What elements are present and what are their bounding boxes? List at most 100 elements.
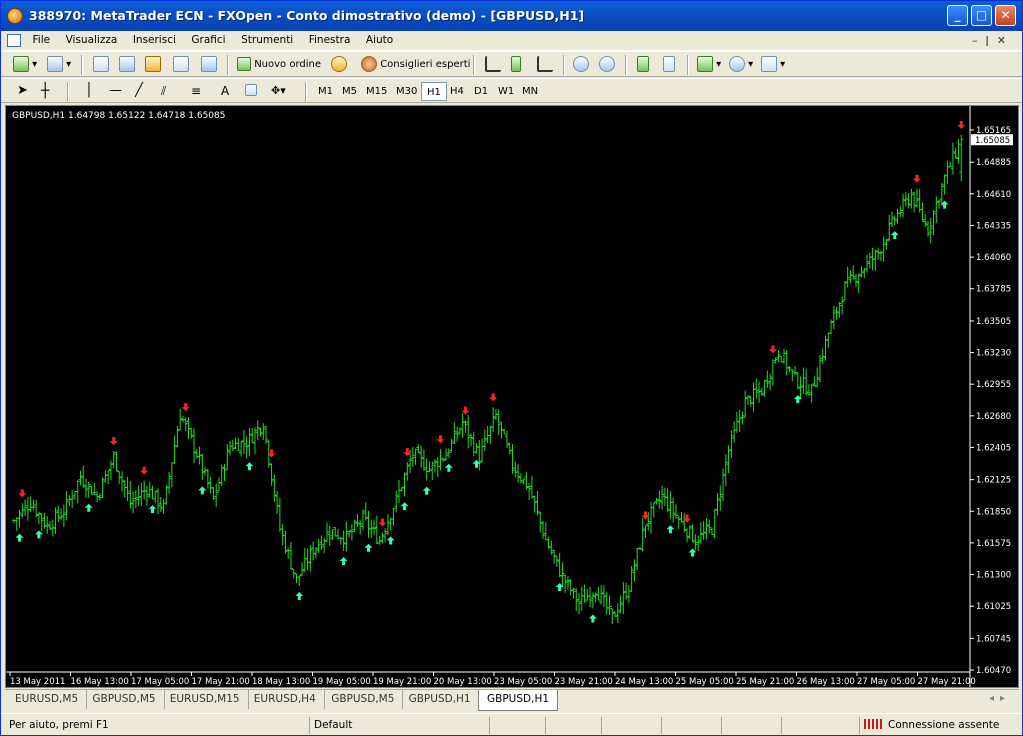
timeframe-h1[interactable]: H1: [421, 82, 447, 101]
candlestick-chart-icon[interactable]: [511, 56, 521, 74]
title-bar[interactable]: 388970: MetaTrader ECN - FXOpen - Conto …: [1, 1, 1022, 31]
ohlc-bar: [754, 378, 759, 399]
arrows-icon[interactable]: ✥▾: [271, 82, 286, 100]
periods-icon[interactable]: ▾: [729, 56, 753, 74]
price-chart[interactable]: 1.65165 1.64885 1.64610 1.64335 1.64060 1.637…: [5, 105, 1019, 688]
metatrader-app-icon[interactable]: [7, 8, 23, 24]
ohlc-bar: [565, 576, 570, 590]
timeframe-h4[interactable]: H4: [445, 82, 469, 101]
status-connection[interactable]: Connessione assente: [859, 717, 999, 734]
x-tick-label: 17 May 21:00: [192, 677, 250, 687]
new-chart-icon[interactable]: ▾: [13, 56, 37, 74]
ohlc-bar: [718, 485, 723, 511]
chart-tab[interactable]: GBPUSD,H1: [401, 690, 480, 709]
timeframe-m15[interactable]: M15: [361, 82, 392, 101]
sell-arrow: [378, 518, 387, 527]
chart-tab[interactable]: EURUSD,M5: [7, 690, 88, 709]
ohlc-bar: [804, 368, 809, 396]
menu-grafici[interactable]: Grafici: [185, 31, 231, 46]
timeframe-w1[interactable]: W1: [493, 82, 519, 101]
metaeditor-icon[interactable]: [331, 56, 347, 74]
ohlc-bar: [698, 522, 703, 544]
ohlc-bar: [363, 502, 368, 521]
menu-finestra[interactable]: Finestra: [303, 31, 357, 46]
minimize-button[interactable]: _: [947, 5, 968, 26]
chart-tab[interactable]: EURUSD,M15: [162, 690, 249, 709]
ohlc-bar: [887, 214, 892, 242]
text-label-icon[interactable]: [245, 82, 257, 100]
auto-scroll-icon[interactable]: [637, 56, 649, 74]
terminal-icon[interactable]: [173, 56, 189, 74]
indicators-icon[interactable]: ▾: [697, 56, 721, 74]
chart-tab[interactable]: GBPUSD,H1: [478, 690, 559, 711]
chart-tab[interactable]: EURUSD,H4: [246, 690, 325, 709]
templates-icon[interactable]: ▾: [761, 56, 785, 74]
timeframe-m30[interactable]: M30: [391, 82, 422, 101]
chart-shift-icon[interactable]: [663, 56, 675, 74]
ohlc-bar: [510, 444, 515, 474]
timeframe-m1[interactable]: M1: [313, 82, 338, 101]
maximize-button[interactable]: □: [971, 5, 992, 26]
market-watch-icon[interactable]: [93, 56, 109, 74]
status-bar: Per aiuto, premi F1 Default Connessione …: [1, 713, 1022, 735]
x-tick-label: 23 May 05:00: [494, 677, 552, 687]
ohlc-bar: [225, 444, 230, 471]
tester-icon[interactable]: [201, 56, 217, 74]
ohlc-bar: [541, 520, 546, 540]
ohlc-bar: [39, 513, 44, 531]
profiles-icon[interactable]: ▾: [47, 56, 71, 74]
bar-chart-icon[interactable]: [485, 56, 501, 74]
ohlc-bar: [230, 439, 235, 452]
tab-scroll-arrows[interactable]: ◂▸: [989, 693, 1011, 704]
text-tool[interactable]: A: [221, 82, 229, 100]
ohlc-bar: [577, 592, 582, 615]
ohlc-bar: [275, 490, 280, 515]
trendline-icon[interactable]: ╱: [135, 82, 143, 100]
ohlc-bar: [305, 548, 310, 571]
line-chart-icon[interactable]: [537, 56, 553, 74]
ohlc-bar: [610, 608, 615, 625]
zoom-out-icon[interactable]: [599, 56, 615, 74]
chart-tab[interactable]: GBPUSD,M5: [323, 690, 404, 709]
close-button[interactable]: ✕: [995, 5, 1016, 26]
ohlc-bar: [319, 535, 324, 550]
sell-arrow: [140, 466, 149, 475]
x-tick-label: 19 May 21:00: [373, 677, 431, 687]
equidistant-channel-icon[interactable]: ⫽: [161, 82, 166, 100]
ohlc-chart-svg: 1.651651.648851.646101.643351.640601.637…: [6, 106, 1013, 687]
cursor-icon[interactable]: ➤: [17, 82, 28, 100]
menu-inserisci[interactable]: Inserisci: [127, 31, 182, 46]
ohlc-bar: [366, 510, 371, 538]
ohlc-bar: [167, 471, 172, 494]
zoom-in-icon[interactable]: [573, 56, 589, 74]
horizontal-line-icon[interactable]: —: [109, 82, 122, 100]
menu-visualizza[interactable]: Visualizza: [60, 31, 124, 46]
ohlc-bar: [654, 497, 659, 505]
chart-document-icon[interactable]: [7, 34, 21, 47]
data-window-icon[interactable]: [119, 56, 135, 74]
ohlc-bar: [474, 443, 479, 454]
menu-file[interactable]: File: [27, 31, 57, 46]
ohlc-bar: [355, 513, 360, 527]
new-order-button[interactable]: Nuovo ordine: [237, 56, 321, 74]
ohlc-bar: [67, 495, 72, 506]
menu-aiuto[interactable]: Aiuto: [360, 31, 399, 46]
expert-advisors-button[interactable]: Consiglieri esperti: [361, 56, 470, 74]
crosshair-icon[interactable]: ┼: [41, 82, 49, 100]
y-tick-label: 1.64335: [976, 221, 1011, 231]
timeframe-mn[interactable]: MN: [517, 82, 543, 101]
ohlc-bar: [543, 522, 548, 541]
navigator-icon[interactable]: [145, 56, 161, 74]
vertical-line-icon[interactable]: │: [85, 82, 93, 100]
mdi-controls[interactable]: –ǀ✕: [972, 34, 1014, 47]
timeframe-m5[interactable]: M5: [337, 82, 362, 101]
x-tick-label: 24 May 13:00: [615, 677, 673, 687]
chart-tab[interactable]: GBPUSD,M5: [84, 690, 165, 709]
ohlc-bar: [444, 448, 449, 461]
ohlc-bar: [679, 511, 684, 523]
fibonacci-icon[interactable]: ≡: [191, 82, 201, 100]
menu-strumenti[interactable]: Strumenti: [235, 31, 299, 46]
timeframe-d1[interactable]: D1: [469, 82, 493, 101]
ohlc-bar: [311, 541, 316, 561]
ohlc-bar: [806, 384, 811, 396]
